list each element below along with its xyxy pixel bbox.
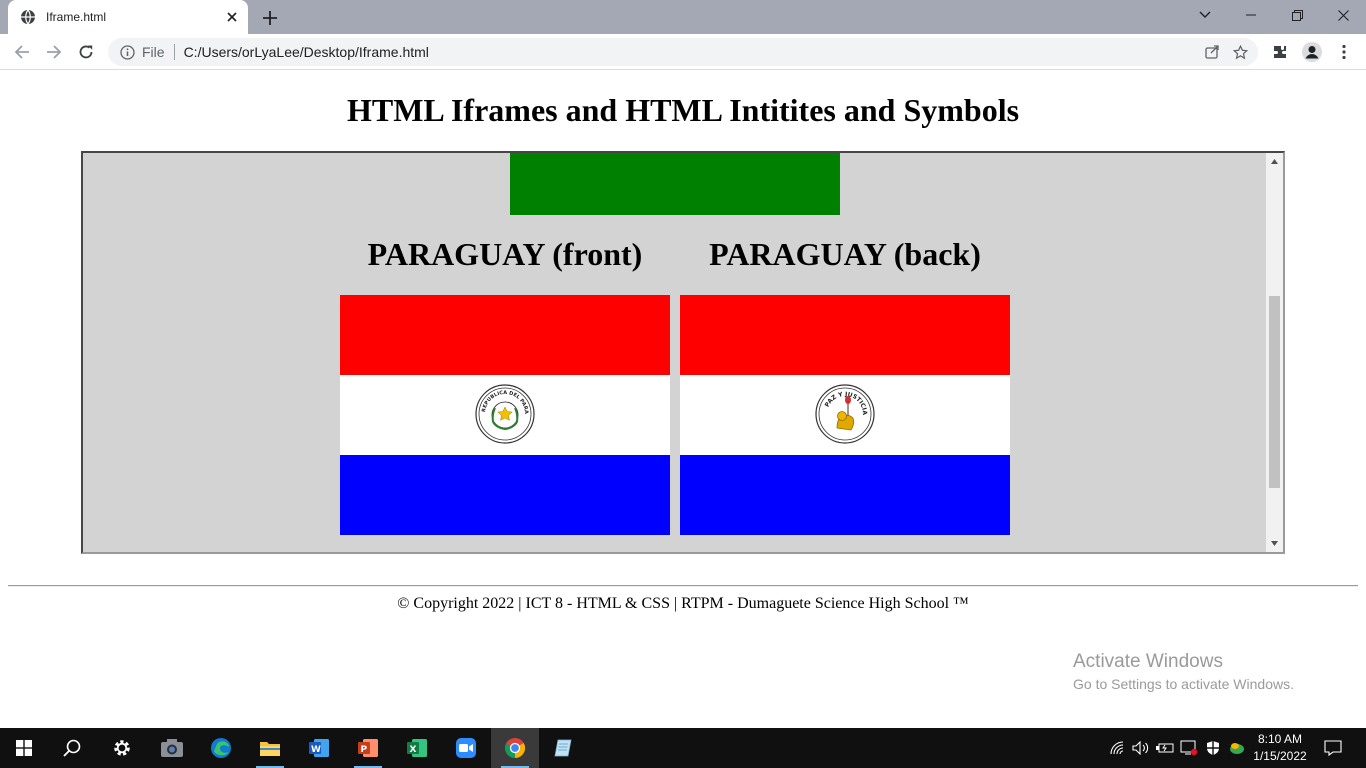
tab-strip: Iframe.html — [0, 0, 1366, 34]
word-icon[interactable]: W — [295, 728, 343, 768]
excel-icon[interactable]: X — [393, 728, 441, 768]
url-text[interactable]: C:/Users/orLyaLee/Desktop/Iframe.html — [184, 44, 1198, 60]
close-window-icon[interactable] — [1320, 0, 1366, 30]
flag-stripe-blue — [680, 455, 1010, 535]
flag-stripe-blue — [340, 455, 670, 535]
url-scheme-label: File — [142, 44, 165, 60]
zoom-icon[interactable] — [442, 728, 490, 768]
clock-date: 1/15/2022 — [1253, 749, 1307, 763]
flag-stripe-white: REPUBLICA DEL PARAGUAY — [340, 375, 670, 455]
display-notification-icon[interactable] — [1178, 728, 1200, 768]
scroll-up-arrow-icon[interactable] — [1266, 153, 1283, 170]
start-icon[interactable] — [0, 728, 48, 768]
info-icon[interactable] — [118, 43, 136, 61]
scroll-thumb[interactable] — [1269, 296, 1280, 488]
scroll-down-arrow-icon[interactable] — [1266, 535, 1283, 552]
share-icon[interactable] — [1198, 38, 1226, 66]
minimize-icon[interactable] — [1228, 0, 1274, 30]
footer-copyright: © Copyright 2022 | ICT 8 - HTML & CSS | … — [397, 595, 969, 612]
back-icon[interactable] — [8, 38, 36, 66]
tab-title: Iframe.html — [46, 10, 107, 24]
clock-time: 8:10 AM — [1257, 732, 1303, 746]
embedded-iframe[interactable]: PARAGUAY (front) PARAGUAY (back) REPUBLI… — [81, 151, 1285, 554]
address-bar[interactable]: File C:/Users/orLyaLee/Desktop/Iframe.ht… — [108, 38, 1258, 66]
svg-text:P: P — [361, 745, 368, 755]
watermark-subtitle: Go to Settings to activate Windows. — [1073, 676, 1294, 692]
tab-search-icon[interactable] — [1182, 0, 1228, 30]
iframe-scrollbar[interactable] — [1266, 153, 1283, 552]
camera-icon[interactable] — [148, 728, 196, 768]
profile-avatar-icon[interactable] — [1298, 38, 1326, 66]
file-explorer-icon[interactable] — [246, 728, 294, 768]
new-tab-icon[interactable] — [258, 6, 282, 30]
flag-stripe-red — [680, 295, 1010, 375]
green-flag-block — [510, 153, 840, 215]
extensions-icon[interactable] — [1266, 38, 1294, 66]
bookmark-star-icon[interactable] — [1226, 38, 1254, 66]
web-page: HTML Iframes and HTML Intitites and Symb… — [0, 70, 1366, 728]
close-tab-icon[interactable] — [222, 7, 242, 27]
reload-icon[interactable] — [72, 38, 100, 66]
flag-stripe-red — [340, 295, 670, 375]
flag-caption-back: PARAGUAY (back) — [709, 236, 981, 272]
flag-caption-front: PARAGUAY (front) — [367, 236, 643, 272]
treasury-seal-icon: PAZ Y JUSTICIA — [815, 384, 875, 444]
forward-icon[interactable] — [40, 38, 68, 66]
settings-icon[interactable] — [98, 728, 146, 768]
windows-taskbar: W P X 8:10 AM 1/15/2022 — [0, 728, 1366, 768]
chrome-icon[interactable] — [491, 728, 539, 768]
search-icon[interactable] — [48, 728, 96, 768]
url-separator — [173, 44, 175, 60]
svg-text:W: W — [311, 745, 321, 755]
taskbar-clock[interactable]: 8:10 AM 1/15/2022 — [1248, 731, 1312, 765]
volume-icon[interactable] — [1130, 728, 1152, 768]
page-title: HTML Iframes and HTML Intitites and Symb… — [346, 92, 1020, 128]
menu-kebab-icon[interactable] — [1330, 38, 1358, 66]
notification-center-icon[interactable] — [1320, 728, 1346, 768]
watermark-title: Activate Windows — [1073, 651, 1223, 672]
notepad-icon[interactable] — [540, 728, 588, 768]
paraguay-flag-back: PAZ Y JUSTICIA — [680, 295, 1010, 535]
national-seal-icon: REPUBLICA DEL PARAGUAY — [475, 384, 535, 444]
browser-tab[interactable]: Iframe.html — [8, 0, 248, 34]
powerpoint-icon[interactable]: P — [344, 728, 392, 768]
app-tray-icon[interactable] — [1226, 728, 1248, 768]
defender-shield-icon[interactable] — [1202, 728, 1224, 768]
flag-stripe-white: PAZ Y JUSTICIA — [680, 375, 1010, 455]
paraguay-flag-front: REPUBLICA DEL PARAGUAY — [340, 295, 670, 535]
svg-text:X: X — [410, 745, 417, 755]
horizontal-rule — [8, 585, 1358, 587]
edge-icon[interactable] — [197, 728, 245, 768]
globe-icon — [20, 9, 36, 25]
activate-windows-watermark: Activate Windows Go to Settings to activ… — [1073, 651, 1294, 692]
battery-icon[interactable] — [1154, 728, 1176, 768]
browser-toolbar: File C:/Users/orLyaLee/Desktop/Iframe.ht… — [0, 34, 1366, 70]
restore-icon[interactable] — [1274, 0, 1320, 30]
network-icon[interactable] — [1108, 728, 1128, 768]
